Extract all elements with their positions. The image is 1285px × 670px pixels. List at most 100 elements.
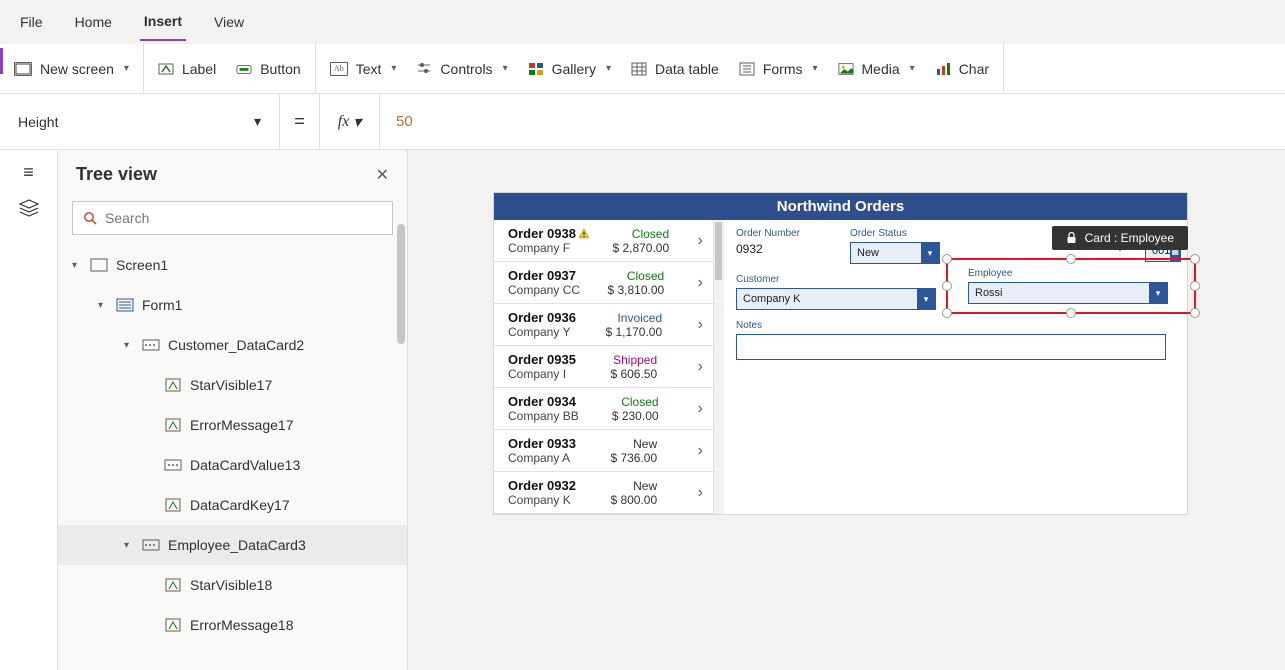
order-customer: Company K bbox=[508, 493, 576, 507]
active-rail-marker bbox=[0, 48, 3, 74]
label-icon bbox=[158, 61, 174, 77]
order-row[interactable]: Order 0935Company IShipped$ 606.50› bbox=[494, 346, 713, 388]
warning-icon bbox=[578, 228, 590, 240]
tree-label: DataCardValue13 bbox=[190, 457, 300, 473]
order-row[interactable]: Order 0932Company KNew$ 800.00› bbox=[494, 472, 713, 514]
tree-panel: Tree view ✕ ▾ Screen1 ▾ Form1 ▾ Customer… bbox=[58, 150, 408, 670]
order-list[interactable]: Order 0938Company FClosed$ 2,870.00›Orde… bbox=[494, 220, 714, 514]
order-number: Order 0934 bbox=[508, 394, 579, 409]
label-button[interactable]: Label bbox=[158, 61, 216, 77]
charts-label: Char bbox=[959, 61, 989, 77]
scrollbar-thumb[interactable] bbox=[397, 224, 405, 344]
gallery-button[interactable]: Gallery ▾ bbox=[528, 61, 611, 77]
text-button[interactable]: Ab Text ▾ bbox=[330, 61, 397, 77]
property-selector[interactable]: Height ▾ bbox=[0, 94, 280, 149]
app-preview: Northwind Orders Order 0938Company FClos… bbox=[493, 192, 1188, 515]
tree-label: Employee_DataCard3 bbox=[168, 537, 306, 553]
tree: ▾ Screen1 ▾ Form1 ▾ Customer_DataCard2 S… bbox=[58, 245, 407, 670]
search-input[interactable] bbox=[72, 201, 393, 235]
tree-errormessage17[interactable]: ErrorMessage17 bbox=[58, 405, 407, 445]
tree-label: Screen1 bbox=[116, 257, 168, 273]
tree-datacardkey17[interactable]: DataCardKey17 bbox=[58, 485, 407, 525]
order-status: Closed bbox=[627, 269, 664, 283]
order-status: Closed bbox=[621, 395, 658, 409]
employee-combo[interactable]: Rossi ▾ bbox=[968, 282, 1168, 304]
controls-button[interactable]: Controls ▾ bbox=[416, 61, 507, 77]
tree-starvisible17[interactable]: StarVisible17 bbox=[58, 365, 407, 405]
tree-form1[interactable]: ▾ Form1 bbox=[58, 285, 407, 325]
order-amount: $ 1,170.00 bbox=[605, 325, 662, 339]
label-icon bbox=[164, 418, 182, 432]
tree-label: StarVisible17 bbox=[190, 377, 272, 393]
tree-label: ErrorMessage18 bbox=[190, 617, 294, 633]
label-icon bbox=[164, 498, 182, 512]
chevron-down-icon: ▾ bbox=[917, 289, 935, 309]
chevron-right-icon: › bbox=[698, 484, 703, 502]
menu-insert[interactable]: Insert bbox=[140, 3, 186, 41]
order-amount: $ 736.00 bbox=[610, 451, 657, 465]
tree-screen1[interactable]: ▾ Screen1 bbox=[58, 245, 407, 285]
search-field[interactable] bbox=[105, 210, 382, 226]
data-table-button[interactable]: Data table bbox=[631, 61, 719, 77]
scrollbar-thumb[interactable] bbox=[715, 222, 722, 280]
order-row[interactable]: Order 0934Company BBClosed$ 230.00› bbox=[494, 388, 713, 430]
tree-title: Tree view bbox=[76, 164, 157, 185]
forms-button[interactable]: Forms ▾ bbox=[739, 61, 818, 77]
order-row[interactable]: Order 0937Company CCClosed$ 3,810.00› bbox=[494, 262, 713, 304]
media-label: Media bbox=[862, 61, 900, 77]
order-row[interactable]: Order 0938Company FClosed$ 2,870.00› bbox=[494, 220, 713, 262]
hamburger-icon[interactable]: ≡ bbox=[23, 162, 34, 183]
notes-input[interactable] bbox=[736, 334, 1166, 360]
chevron-down-icon: ▾ bbox=[98, 300, 108, 311]
card-icon bbox=[164, 458, 182, 472]
search-icon bbox=[83, 211, 97, 225]
left-rail: ≡ bbox=[0, 150, 58, 670]
label-icon bbox=[164, 578, 182, 592]
chevron-down-icon: ▾ bbox=[812, 63, 817, 74]
selection-label-text: Card : Employee bbox=[1085, 231, 1174, 245]
tree-label: ErrorMessage17 bbox=[190, 417, 294, 433]
tree-label: StarVisible18 bbox=[190, 577, 272, 593]
tree-datacardvalue13[interactable]: DataCardValue13 bbox=[58, 445, 407, 485]
menu-view[interactable]: View bbox=[210, 4, 248, 40]
notes-label: Notes bbox=[736, 320, 1175, 331]
tree-employee-card[interactable]: ▾ Employee_DataCard3 bbox=[58, 525, 407, 565]
tree-view-icon[interactable] bbox=[18, 199, 40, 217]
formula-input[interactable]: 50 bbox=[380, 94, 1285, 149]
charts-button[interactable]: Char bbox=[935, 61, 989, 77]
scroll-track[interactable] bbox=[714, 220, 724, 514]
data-table-icon bbox=[631, 61, 647, 77]
close-icon[interactable]: ✕ bbox=[376, 165, 389, 185]
menu-home[interactable]: Home bbox=[71, 4, 116, 40]
order-row[interactable]: Order 0933Company ANew$ 736.00› bbox=[494, 430, 713, 472]
order-amount: $ 606.50 bbox=[610, 367, 657, 381]
order-number: Order 0937 bbox=[508, 268, 580, 283]
chevron-down-icon: ▾ bbox=[503, 63, 508, 74]
form-icon bbox=[116, 298, 134, 312]
order-amount: $ 2,870.00 bbox=[612, 241, 669, 255]
customer-combo[interactable]: Company K ▾ bbox=[736, 288, 936, 310]
menu-bar: File Home Insert View bbox=[0, 0, 1285, 44]
tree-errormessage18[interactable]: ErrorMessage18 bbox=[58, 605, 407, 645]
label-icon bbox=[164, 618, 182, 632]
button-button[interactable]: Button bbox=[236, 61, 300, 77]
order-status-combo[interactable]: New ▾ bbox=[850, 242, 940, 264]
menu-file[interactable]: File bbox=[16, 4, 47, 40]
lock-icon bbox=[1066, 232, 1077, 244]
selection-tooltip: Card : Employee bbox=[1052, 226, 1188, 250]
tree-customer-card[interactable]: ▾ Customer_DataCard2 bbox=[58, 325, 407, 365]
selection-outline[interactable]: Card : Employee Employee bbox=[946, 258, 1196, 314]
fx-label[interactable]: fx▾ bbox=[320, 94, 380, 149]
order-customer: Company BB bbox=[508, 409, 579, 423]
main-area: ≡ Tree view ✕ ▾ Screen1 ▾ Form1 ▾ bbox=[0, 150, 1285, 670]
order-number-value: 0932 bbox=[736, 242, 836, 256]
button-label: Button bbox=[260, 61, 300, 77]
media-button[interactable]: Media ▾ bbox=[838, 61, 915, 77]
ribbon-toolbar: New screen ▾ Label Button Ab Text ▾ Cont… bbox=[0, 44, 1285, 94]
canvas[interactable]: Northwind Orders Order 0938Company FClos… bbox=[408, 150, 1285, 670]
order-row[interactable]: Order 0936Company YInvoiced$ 1,170.00› bbox=[494, 304, 713, 346]
order-amount: $ 230.00 bbox=[612, 409, 659, 423]
tree-starvisible18[interactable]: StarVisible18 bbox=[58, 565, 407, 605]
new-screen-label: New screen bbox=[40, 61, 114, 77]
new-screen-button[interactable]: New screen ▾ bbox=[14, 61, 129, 77]
